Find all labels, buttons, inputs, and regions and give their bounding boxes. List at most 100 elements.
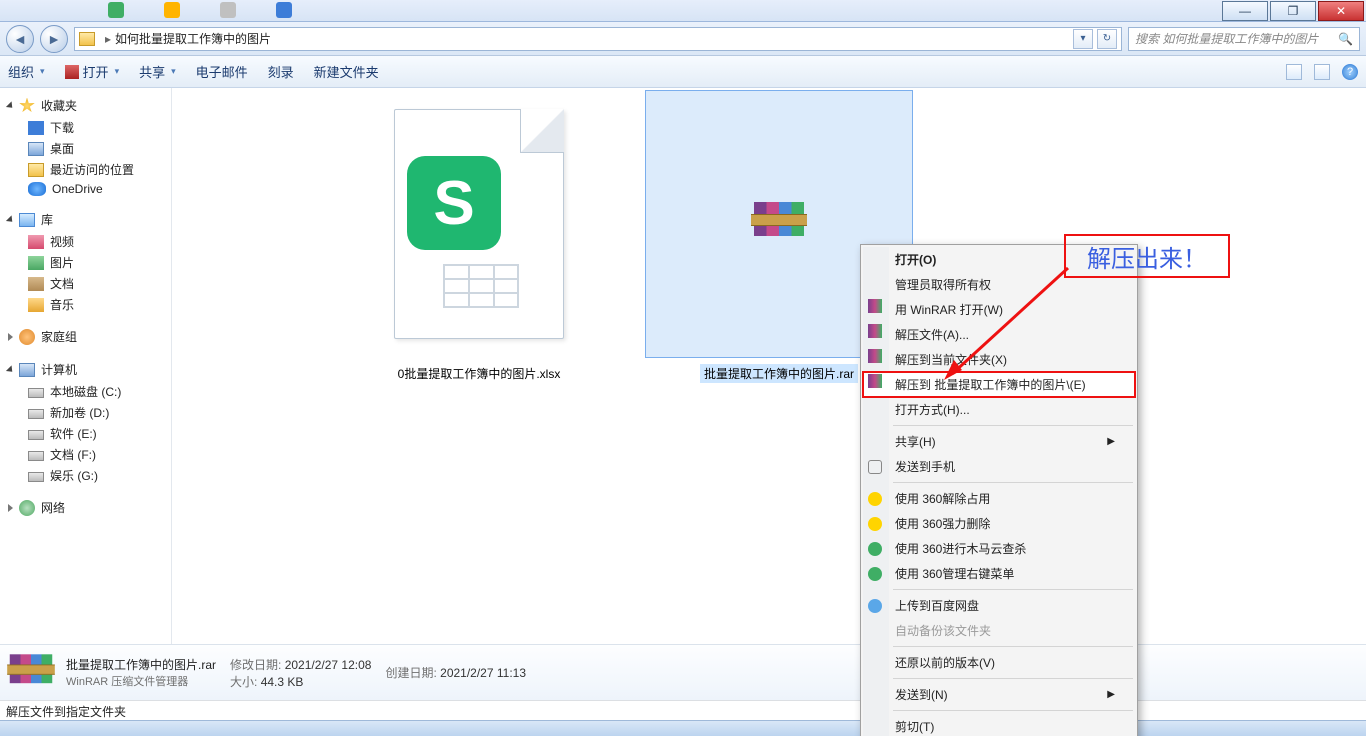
- spreadsheet-app-icon: S: [407, 156, 501, 250]
- share-button[interactable]: 共享: [139, 62, 176, 81]
- drive-icon: [28, 430, 44, 440]
- sidebar-item-drive-g[interactable]: 娱乐 (G:): [0, 465, 171, 486]
- sidebar-network[interactable]: 网络: [0, 496, 171, 519]
- file-name-label: 0批量提取工作簿中的图片.xlsx: [394, 364, 565, 383]
- sidebar-label: 家庭组: [41, 328, 77, 345]
- sidebar-item-drive-f[interactable]: 文档 (F:): [0, 444, 171, 465]
- drive-icon: [28, 409, 44, 419]
- file-list-pane[interactable]: S 0批量提取工作簿中的图片.xlsx: [172, 88, 1366, 644]
- refresh-button[interactable]: ↻: [1097, 29, 1117, 49]
- sidebar-item-downloads[interactable]: 下载: [0, 117, 171, 138]
- window-maximize-button[interactable]: ❐: [1270, 1, 1316, 21]
- menu-extract-files[interactable]: 解压文件(A)...: [863, 322, 1135, 347]
- sidebar-item-label: 本地磁盘 (C:): [50, 383, 121, 400]
- nav-forward-button[interactable]: ►: [40, 25, 68, 53]
- open-button[interactable]: 打开: [65, 62, 120, 81]
- sidebar-favorites-header[interactable]: 收藏夹: [0, 94, 171, 117]
- menu-open-winrar[interactable]: 用 WinRAR 打开(W): [863, 297, 1135, 322]
- search-placeholder: 搜索 如何批量提取工作簿中的图片: [1135, 30, 1318, 47]
- nav-back-button[interactable]: ◄: [6, 25, 34, 53]
- sidebar-item-drive-d[interactable]: 新加卷 (D:): [0, 402, 171, 423]
- cloud-icon: [28, 182, 46, 196]
- menu-share[interactable]: 共享(H)▶: [863, 429, 1135, 454]
- sidebar-label: 库: [41, 211, 53, 228]
- navigation-sidebar: 收藏夹 下载 桌面 最近访问的位置 OneDrive 库 视频 图片 文档 音乐…: [0, 88, 172, 644]
- submenu-arrow-icon: ▶: [1107, 436, 1115, 447]
- details-moddate: 修改日期: 2021/2/27 12:08: [230, 656, 371, 673]
- sidebar-item-music[interactable]: 音乐: [0, 294, 171, 315]
- documents-icon: [28, 277, 44, 291]
- menu-upload-baidu[interactable]: 上传到百度网盘: [863, 593, 1135, 618]
- menu-360-manage-context[interactable]: 使用 360管理右键菜单: [863, 561, 1135, 586]
- search-input[interactable]: 搜索 如何批量提取工作簿中的图片 🔍: [1128, 27, 1360, 51]
- organize-button[interactable]: 组织: [8, 62, 45, 81]
- menu-send-phone[interactable]: 发送到手机: [863, 454, 1135, 479]
- breadcrumb-arrow-icon: ▸: [105, 32, 111, 46]
- sidebar-item-drive-c[interactable]: 本地磁盘 (C:): [0, 381, 171, 402]
- sidebar-label: 网络: [41, 499, 65, 516]
- menu-360-trojan-scan[interactable]: 使用 360进行木马云查杀: [863, 536, 1135, 561]
- address-bar[interactable]: ▸ 如何批量提取工作簿中的图片 ▾ ↻: [74, 27, 1122, 51]
- file-item-xlsx[interactable]: S 0批量提取工作簿中的图片.xlsx: [344, 90, 614, 383]
- status-bar: 解压文件到指定文件夹: [0, 700, 1366, 720]
- folder-icon: [79, 32, 95, 46]
- open-icon: [65, 65, 79, 79]
- sidebar-item-pictures[interactable]: 图片: [0, 252, 171, 273]
- preview-pane-button[interactable]: [1314, 64, 1330, 80]
- desktop-icon: [28, 142, 44, 156]
- menu-label: 上传到百度网盘: [895, 597, 979, 614]
- sidebar-item-recent[interactable]: 最近访问的位置: [0, 159, 171, 180]
- sidebar-item-drive-e[interactable]: 软件 (E:): [0, 423, 171, 444]
- window-close-button[interactable]: ✕: [1318, 1, 1364, 21]
- menu-label: 使用 360解除占用: [895, 490, 990, 507]
- menu-extract-to-folder[interactable]: 解压到 批量提取工作簿中的图片\(E): [863, 372, 1135, 397]
- winrar-icon: [868, 374, 882, 388]
- taskbar[interactable]: [0, 720, 1366, 736]
- sidebar-item-documents[interactable]: 文档: [0, 273, 171, 294]
- annotation-callout: 解压出来！: [1064, 234, 1230, 278]
- sidebar-libraries-header[interactable]: 库: [0, 208, 171, 231]
- file-thumbnail: S: [345, 90, 613, 358]
- menu-extract-here[interactable]: 解压到当前文件夹(X): [863, 347, 1135, 372]
- recent-icon: [28, 163, 44, 177]
- sidebar-item-onedrive[interactable]: OneDrive: [0, 180, 171, 198]
- download-icon: [28, 121, 44, 135]
- menu-label: 解压到当前文件夹(X): [895, 351, 1007, 368]
- menu-label: 使用 360强力删除: [895, 515, 990, 532]
- 360-icon: [868, 542, 882, 556]
- details-size: 大小: 44.3 KB: [230, 673, 371, 690]
- menu-label: 解压到 批量提取工作簿中的图片\(E): [895, 376, 1086, 393]
- sidebar-computer-header[interactable]: 计算机: [0, 358, 171, 381]
- window-minimize-button[interactable]: —: [1222, 1, 1268, 21]
- menu-360-unlock[interactable]: 使用 360解除占用: [863, 486, 1135, 511]
- winrar-icon: [868, 349, 882, 363]
- new-folder-button[interactable]: 新建文件夹: [314, 62, 379, 81]
- sidebar-label: 计算机: [41, 361, 77, 378]
- breadcrumb-path[interactable]: 如何批量提取工作簿中的图片: [115, 30, 271, 47]
- help-button[interactable]: ?: [1342, 64, 1358, 80]
- sidebar-item-desktop[interactable]: 桌面: [0, 138, 171, 159]
- menu-open-with[interactable]: 打开方式(H)...: [863, 397, 1135, 422]
- sidebar-item-videos[interactable]: 视频: [0, 231, 171, 252]
- search-icon: 🔍: [1338, 32, 1353, 46]
- menu-label: 使用 360进行木马云查杀: [895, 540, 1026, 557]
- details-file-type: WinRAR 压缩文件管理器: [66, 673, 216, 689]
- homegroup-icon: [19, 329, 35, 345]
- sidebar-item-label: 音乐: [50, 296, 74, 313]
- address-dropdown-button[interactable]: ▾: [1073, 29, 1093, 49]
- menu-send-to[interactable]: 发送到(N)▶: [863, 682, 1135, 707]
- network-icon: [19, 500, 35, 516]
- menu-separator: [893, 425, 1133, 426]
- menu-restore-versions[interactable]: 还原以前的版本(V): [863, 650, 1135, 675]
- sidebar-homegroup[interactable]: 家庭组: [0, 325, 171, 348]
- drive-icon: [28, 451, 44, 461]
- videos-icon: [28, 235, 44, 249]
- burn-button[interactable]: 刻录: [268, 62, 294, 81]
- menu-separator: [893, 482, 1133, 483]
- menu-360-force-delete[interactable]: 使用 360强力删除: [863, 511, 1135, 536]
- menu-cut[interactable]: 剪切(T): [863, 714, 1135, 736]
- email-button[interactable]: 电子邮件: [196, 62, 248, 81]
- 360-icon: [868, 517, 882, 531]
- view-options-button[interactable]: [1286, 64, 1302, 80]
- drive-icon: [28, 472, 44, 482]
